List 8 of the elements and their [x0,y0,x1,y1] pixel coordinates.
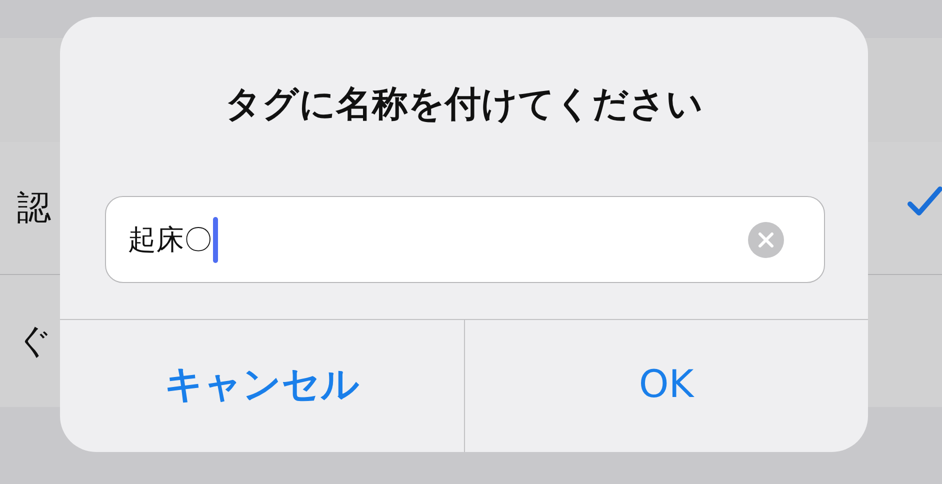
list-item-label: ぐ [17,320,52,363]
list-item-label: 認 [17,187,51,230]
text-cursor-icon [213,216,218,262]
input-field[interactable]: 起床〇 [105,196,825,283]
dialog-title: タグに名称を付けてください [224,83,704,127]
cancel-button[interactable]: キャンセル [60,320,464,452]
clear-icon[interactable] [748,222,784,258]
ok-button[interactable]: OK [464,320,868,452]
